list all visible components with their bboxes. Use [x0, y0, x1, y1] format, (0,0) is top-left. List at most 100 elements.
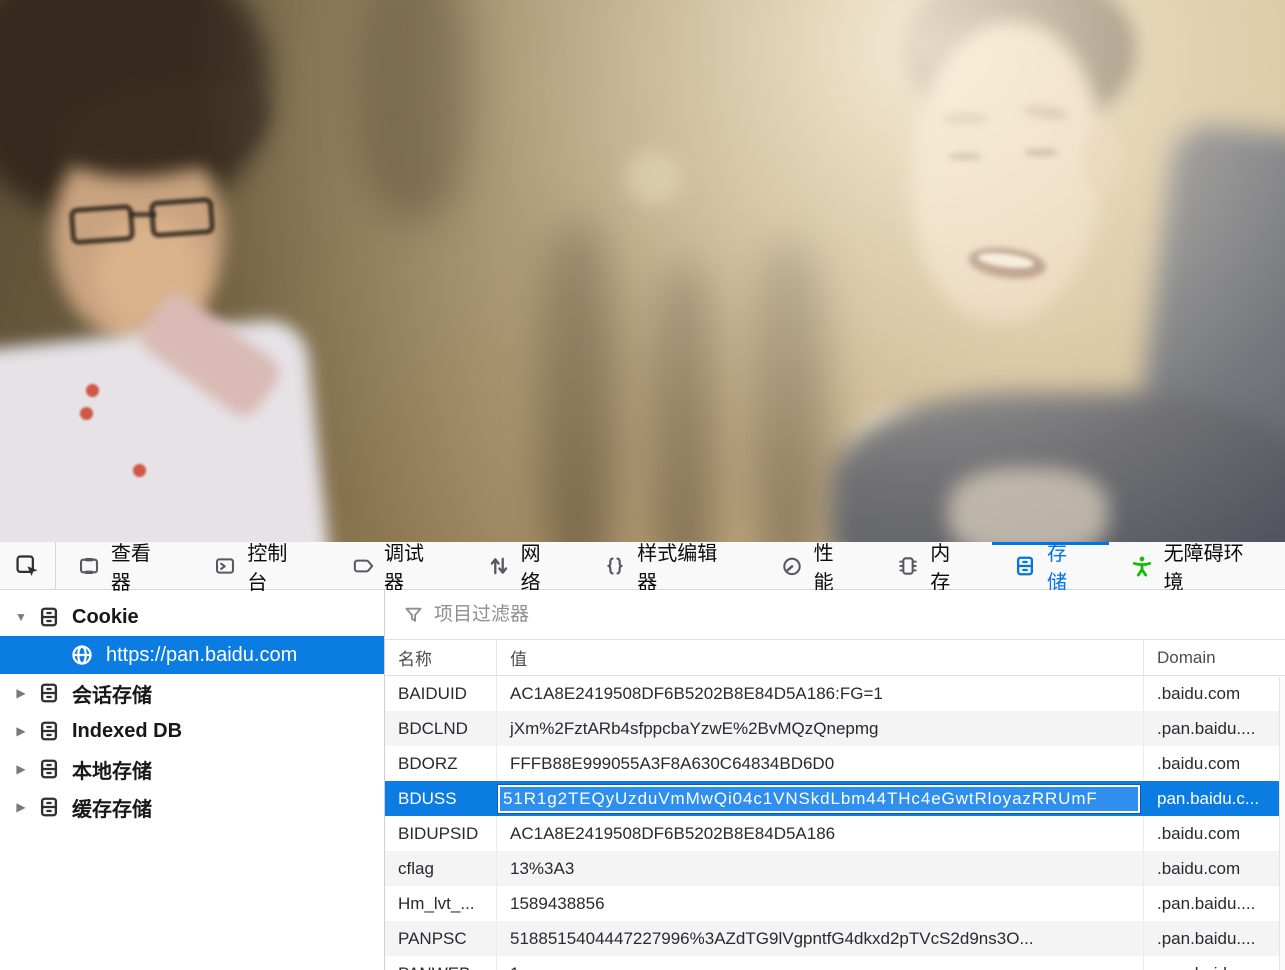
- cookie-name-cell: Hm_lvt_...: [398, 893, 475, 913]
- memory-icon: [897, 555, 919, 577]
- cookie-domain-cell: .pan.baidu....: [1143, 711, 1285, 746]
- tab-memory[interactable]: 内存: [875, 542, 992, 594]
- storage-icon: [38, 796, 60, 818]
- devtools-toolbar: 查看器 控制台 调试器 网络 样式编辑器 性能 内存 存储 无障碍环境: [0, 542, 1285, 594]
- storage-icon: [38, 606, 60, 628]
- sidebar-item-label: 本地存储: [72, 760, 152, 783]
- sidebar-item-label: Cookie: [72, 605, 139, 628]
- tab-performance[interactable]: 性能: [759, 542, 876, 594]
- cookie-value-cell: 1: [496, 956, 1143, 970]
- devtools-panel: 查看器 控制台 调试器 网络 样式编辑器 性能 内存 存储 无障碍环境 ▼ Co…: [0, 542, 1285, 970]
- tab-label: 性能: [813, 542, 834, 594]
- cookie-row[interactable]: cflag 13%3A3 .baidu.com: [385, 851, 1285, 886]
- cookie-row[interactable]: BDUSS 51R1g2TEQyUzduVmMwQi04c1VNSkdLbm44…: [385, 781, 1285, 816]
- cookie-name-cell: BDORZ: [398, 753, 458, 773]
- twisty-expanded-icon: ▼: [15, 610, 27, 624]
- tab-label: 内存: [930, 542, 951, 594]
- cookie-row[interactable]: BDCLND jXm%2FztARb4sfppcbaYzwE%2BvMQzQne…: [385, 711, 1285, 746]
- console-icon: [214, 555, 236, 577]
- cookie-value-cell: jXm%2FztARb4sfppcbaYzwE%2BvMQzQnepmg: [496, 711, 1143, 746]
- tab-console[interactable]: 控制台: [192, 542, 329, 594]
- tab-label: 网络: [520, 542, 541, 594]
- sidebar-item-label: 缓存存储: [72, 798, 152, 821]
- storage-icon: [1014, 555, 1036, 577]
- sidebar-item-indexed-db[interactable]: ▶ Indexed DB: [0, 712, 384, 750]
- cookie-table-header: 名称 值 Domain: [385, 640, 1285, 676]
- cookie-value-cell: AC1A8E2419508DF6B5202B8E84D5A186: [496, 816, 1143, 851]
- storage-icon: [38, 758, 60, 780]
- filter-bar: [385, 590, 1285, 640]
- browser-devtools-screen: 查看器 控制台 调试器 网络 样式编辑器 性能 内存 存储 无障碍环境 ▼ Co…: [0, 0, 1285, 970]
- element-picker-button[interactable]: [0, 542, 56, 589]
- tab-label: 无障碍环境: [1163, 542, 1244, 594]
- cookie-domain-cell: pan.baidu.c...: [1157, 788, 1260, 808]
- cookie-value-cell: AC1A8E2419508DF6B5202B8E84D5A186:FG=1: [496, 676, 1143, 711]
- cookie-table-rows: BAIDUID AC1A8E2419508DF6B5202B8E84D5A186…: [385, 676, 1285, 970]
- cookie-row[interactable]: BIDUPSID AC1A8E2419508DF6B5202B8E84D5A18…: [385, 816, 1285, 851]
- tab-label: 样式编辑器: [637, 542, 718, 594]
- cookie-row[interactable]: Hm_lvt_... 1589438856 .pan.baidu....: [385, 886, 1285, 921]
- cookie-domain-cell: .baidu.com: [1143, 676, 1285, 711]
- network-icon: [488, 555, 510, 577]
- cookie-value-cell: 13%3A3: [496, 851, 1143, 886]
- cookie-value-cell: 5188515404447227996%3AZdTG9lVgpntfG4dkxd…: [496, 921, 1143, 956]
- storage-main: 名称 值 Domain BAIDUID AC1A8E2419508DF6B520…: [385, 590, 1285, 970]
- sidebar-item-origin-pan-baidu[interactable]: https://pan.baidu.com: [0, 636, 384, 674]
- cookie-domain-cell: .baidu.com: [1143, 746, 1285, 781]
- column-header-domain[interactable]: Domain: [1143, 640, 1285, 675]
- performance-icon: [781, 555, 803, 577]
- twisty-collapsed-icon: ▶: [16, 686, 26, 700]
- webpage-photo: [0, 0, 1285, 542]
- cookie-name-cell: BIDUPSID: [398, 823, 479, 843]
- tab-style-editor[interactable]: 样式编辑器: [582, 542, 758, 594]
- cookie-domain-cell: .pan.baidu....: [1143, 921, 1285, 956]
- cookie-domain-cell: .pan.baidu....: [1143, 956, 1285, 970]
- tab-label: 调试器: [383, 542, 424, 594]
- cookie-name-cell: BDUSS: [398, 788, 457, 808]
- column-header-value[interactable]: 值: [496, 640, 1143, 675]
- tab-label: 查看器: [110, 542, 151, 594]
- cookie-value-cell: 51R1g2TEQyUzduVmMwQi04c1VNSkdLbm44THc4eG…: [496, 781, 1143, 816]
- items-filter-input[interactable]: [434, 603, 1285, 626]
- tab-debugger[interactable]: 调试器: [329, 542, 466, 594]
- cookie-row[interactable]: PANWEB 1 .pan.baidu....: [385, 956, 1285, 970]
- cookie-name-cell: BAIDUID: [398, 683, 467, 703]
- column-header-name[interactable]: 名称: [385, 640, 496, 675]
- cookie-value-cell: 1589438856: [496, 886, 1143, 921]
- storage-sidebar: ▼ Cookie https://pan.baidu.com ▶ 会话存储 ▶ …: [0, 590, 385, 970]
- tab-inspector[interactable]: 查看器: [56, 542, 193, 594]
- devtools-tabs: 查看器 控制台 调试器 网络 样式编辑器 性能 内存 存储 无障碍环境: [56, 542, 1285, 594]
- tab-accessibility[interactable]: 无障碍环境: [1109, 542, 1285, 594]
- devtools-body: ▼ Cookie https://pan.baidu.com ▶ 会话存储 ▶ …: [0, 590, 1285, 970]
- tab-storage[interactable]: 存储: [991, 542, 1109, 594]
- twisty-collapsed-icon: ▶: [16, 724, 26, 738]
- tab-label: 存储: [1046, 542, 1067, 594]
- sidebar-item-cache-storage[interactable]: ▶ 缓存存储: [0, 788, 384, 826]
- storage-icon: [38, 682, 60, 704]
- cookie-row[interactable]: BDORZ FFFB88E999055A3F8A630C64834BD6D0 .…: [385, 746, 1285, 781]
- table-scrollbar[interactable]: [1279, 677, 1285, 970]
- cookie-domain-cell: .baidu.com: [1143, 816, 1285, 851]
- picker-icon: [15, 554, 39, 578]
- storage-icon: [38, 720, 60, 742]
- cookie-row[interactable]: BAIDUID AC1A8E2419508DF6B5202B8E84D5A186…: [385, 676, 1285, 711]
- tab-label: 控制台: [247, 542, 288, 594]
- cookie-name-cell: cflag: [398, 858, 434, 878]
- value-edit-input[interactable]: 51R1g2TEQyUzduVmMwQi04c1VNSkdLbm44THc4eG…: [497, 783, 1141, 814]
- debugger-icon: [351, 555, 373, 577]
- cookie-name-cell: PANPSC: [398, 928, 467, 948]
- style-editor-icon: [604, 555, 626, 577]
- tab-network[interactable]: 网络: [466, 542, 583, 594]
- sidebar-item-label: Indexed DB: [72, 719, 183, 742]
- cookie-domain-cell: .baidu.com: [1143, 851, 1285, 886]
- accessibility-icon: [1131, 555, 1153, 577]
- sidebar-item-local-storage[interactable]: ▶ 本地存储: [0, 750, 384, 788]
- filter-icon: [403, 604, 424, 625]
- sidebar-item-label: https://pan.baidu.com: [106, 643, 298, 666]
- cookie-name-cell: PANWEB: [385, 956, 496, 970]
- cookie-domain-cell: .pan.baidu....: [1143, 886, 1285, 921]
- sidebar-item-session-storage[interactable]: ▶ 会话存储: [0, 674, 384, 712]
- sidebar-item-cookie[interactable]: ▼ Cookie: [0, 598, 384, 636]
- cookie-row[interactable]: PANPSC 5188515404447227996%3AZdTG9lVgpnt…: [385, 921, 1285, 956]
- twisty-collapsed-icon: ▶: [16, 800, 26, 814]
